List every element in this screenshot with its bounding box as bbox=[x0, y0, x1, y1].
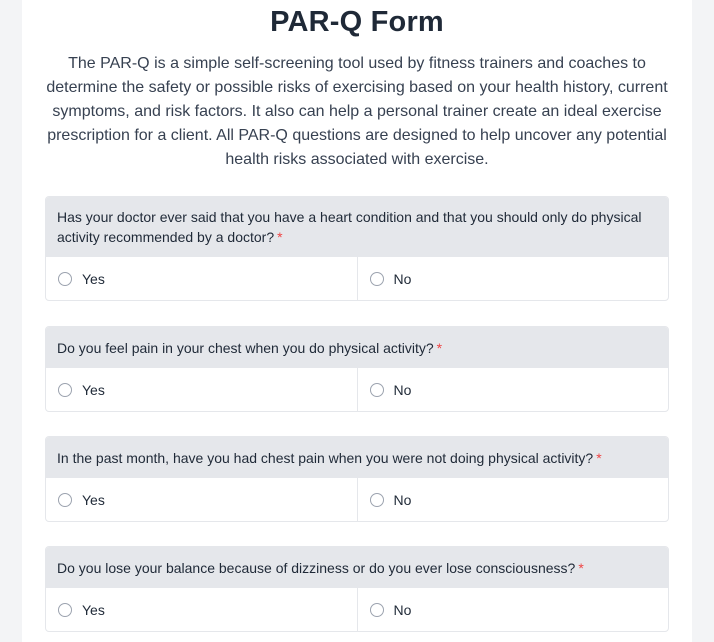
question-text: Has your doctor ever said that you have … bbox=[57, 209, 642, 245]
question-header: Has your doctor ever said that you have … bbox=[46, 197, 668, 257]
required-marker: * bbox=[578, 559, 584, 576]
option-yes[interactable]: Yes bbox=[46, 368, 357, 411]
question-header: Do you feel pain in your chest when you … bbox=[46, 327, 668, 368]
radio-button-yes[interactable] bbox=[58, 602, 72, 617]
form-page: PAR-Q Form The PAR-Q is a simple self-sc… bbox=[22, 0, 692, 642]
question-header: In the past month, have you had chest pa… bbox=[46, 437, 668, 478]
radio-button-no[interactable] bbox=[369, 492, 384, 507]
radio-button-no[interactable] bbox=[369, 271, 384, 286]
question-card-chest-pain-activity: Do you feel pain in your chest when you … bbox=[45, 326, 669, 412]
radio-button-yes[interactable] bbox=[58, 492, 72, 507]
question-text: Do you lose your balance because of dizz… bbox=[57, 559, 576, 576]
option-label: Yes bbox=[82, 381, 105, 398]
option-no[interactable]: No bbox=[356, 478, 669, 521]
required-marker: * bbox=[277, 229, 283, 245]
option-no[interactable]: No bbox=[356, 368, 669, 411]
question-text: In the past month, have you had chest pa… bbox=[57, 449, 594, 466]
question-header: Do you lose your balance because of dizz… bbox=[46, 547, 668, 588]
option-label: No bbox=[393, 491, 412, 508]
radio-group: Yes No bbox=[46, 256, 668, 300]
radio-button-yes[interactable] bbox=[58, 271, 72, 286]
radio-group: Yes No bbox=[46, 477, 668, 521]
question-card-chest-pain-rest: In the past month, have you had chest pa… bbox=[45, 436, 669, 522]
option-label: Yes bbox=[82, 270, 105, 287]
option-label: No bbox=[393, 381, 412, 398]
required-marker: * bbox=[436, 339, 443, 356]
option-label: Yes bbox=[82, 601, 105, 618]
option-label: No bbox=[393, 601, 412, 618]
question-card-heart-condition: Has your doctor ever said that you have … bbox=[45, 196, 669, 301]
radio-button-no[interactable] bbox=[369, 602, 384, 617]
radio-group: Yes No bbox=[46, 587, 668, 631]
option-yes[interactable]: Yes bbox=[46, 257, 357, 300]
question-card-dizziness: Do you lose your balance because of dizz… bbox=[45, 546, 669, 632]
radio-button-no[interactable] bbox=[369, 382, 384, 397]
page-title: PAR-Q Form bbox=[270, 6, 444, 38]
option-label: No bbox=[393, 270, 412, 287]
option-yes[interactable]: Yes bbox=[46, 588, 357, 631]
radio-button-yes[interactable] bbox=[58, 382, 72, 397]
required-marker: * bbox=[596, 449, 602, 466]
radio-group: Yes No bbox=[46, 367, 668, 411]
option-yes[interactable]: Yes bbox=[46, 478, 357, 521]
option-no[interactable]: No bbox=[356, 588, 669, 631]
question-text: Do you feel pain in your chest when you … bbox=[57, 339, 434, 356]
option-label: Yes bbox=[82, 491, 105, 508]
form-description: The PAR-Q is a simple self-screening too… bbox=[46, 55, 668, 168]
option-no[interactable]: No bbox=[356, 257, 669, 300]
